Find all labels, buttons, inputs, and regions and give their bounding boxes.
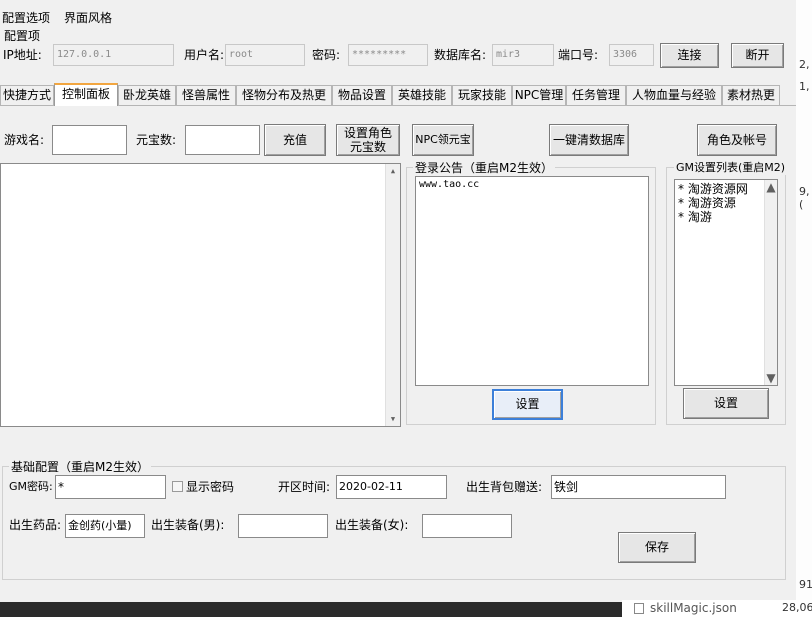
main-window: 配置选项 界面风格 配置项 IP地址: 127.0.0.1 用户名: root … [0,0,796,602]
gm-list-item[interactable]: * 淘游资源网 [678,182,774,196]
scroll-up-icon[interactable]: ▲ [386,164,400,178]
db-name-field[interactable]: mir3 [492,44,554,66]
tab-character-hp-exp[interactable]: 人物血量与经验 [626,85,722,105]
yuanbao-input[interactable] [185,125,260,155]
username-label: 用户名: [184,48,225,62]
birth-equip-female-input[interactable] [422,514,512,538]
tab-player-skills[interactable]: 玩家技能 [452,85,512,105]
gm-list-item[interactable]: * 淘游 [678,210,774,224]
disconnect-button[interactable]: 断开 [731,43,784,68]
background-text-fragment: 2, [799,58,810,71]
menu-config-options[interactable]: 配置选项 [2,9,50,26]
username-field[interactable]: root [225,44,305,66]
port-field[interactable]: 3306 [609,44,654,66]
login-notice-textarea[interactable]: www.tao.cc [415,176,649,386]
birth-potion-label: 出生药品: [9,518,62,532]
file-name-label: skillMagic.json [650,601,737,615]
password-field[interactable]: ********* [348,44,428,66]
role-account-button[interactable]: 角色及帐号 [697,124,777,156]
connect-button[interactable]: 连接 [660,43,719,68]
tab-control-panel[interactable]: 控制面板 [54,83,118,106]
gm-list-scrollbar[interactable]: ▲ ▼ [764,180,777,385]
log-output-area[interactable]: ▲ ▼ [0,163,401,427]
open-time-label: 开区时间: [278,480,331,494]
save-button[interactable]: 保存 [618,532,696,563]
tab-hero-skills[interactable]: 英雄技能 [392,85,452,105]
npc-yuanbao-button[interactable]: NPC领元宝 [412,124,474,156]
tab-monster-distribution[interactable]: 怪物分布及热更 [236,85,332,105]
birth-equip-male-label: 出生装备(男): [151,518,225,532]
gm-list-item[interactable]: * 淘游资源 [678,196,774,210]
background-text-fragment: 9,( [799,185,810,211]
scroll-up-icon[interactable]: ▲ [765,180,777,194]
login-notice-title: 登录公告（重启M2生效） [413,159,555,176]
basic-config-title: 基础配置（重启M2生效） [9,458,151,475]
recharge-button[interactable]: 充值 [264,124,326,156]
tab-asset-hotupdate[interactable]: 素材热更 [722,85,780,105]
yuanbao-label: 元宝数: [136,133,177,147]
clear-database-button[interactable]: 一键清数据库 [549,124,629,156]
background-file-row[interactable]: skillMagic.json 28,06 [622,600,812,617]
gm-password-input[interactable]: * [55,475,166,499]
ip-field[interactable]: 127.0.0.1 [53,44,174,66]
scroll-down-icon[interactable]: ▼ [765,371,777,385]
ip-label: IP地址: [3,48,42,62]
gm-list-box[interactable]: * 淘游资源网 * 淘游资源 * 淘游 ▲ ▼ [674,179,778,386]
menu-ui-style[interactable]: 界面风格 [64,9,112,26]
birth-bag-gift-input[interactable]: 铁剑 [551,475,726,499]
file-size-label: 28,06 [782,601,812,614]
file-icon [634,603,644,614]
birth-equip-male-input[interactable] [238,514,328,538]
background-text-fragment: 91 [799,578,812,591]
game-name-input[interactable] [52,125,127,155]
scroll-down-icon[interactable]: ▼ [386,412,400,426]
tab-shortcuts[interactable]: 快捷方式 [0,85,54,105]
tab-quest-management[interactable]: 任务管理 [566,85,626,105]
tab-wolong-hero[interactable]: 卧龙英雄 [118,85,176,105]
show-password-checkbox[interactable] [172,481,183,492]
tab-monster-attributes[interactable]: 怪兽属性 [176,85,236,105]
control-panel: 游戏名: 元宝数: 充值 设置角色元宝数 NPC领元宝 一键清数据库 角色及帐号… [0,106,796,590]
gm-list-title: GM设置列表(重启M2) [674,159,788,175]
tab-npc-management[interactable]: NPC管理 [512,85,566,105]
birth-bag-gift-label: 出生背包赠送: [466,480,543,494]
game-name-label: 游戏名: [4,133,45,147]
background-text-fragment: 1, [799,80,810,93]
menu-bar: 配置选项 界面风格 [0,6,796,26]
config-section-title: 配置项 [4,29,41,43]
birth-potion-input[interactable]: 金创药(小量) [65,514,145,538]
db-name-label: 数据库名: [434,48,487,62]
password-label: 密码: [312,48,341,62]
show-password-label: 显示密码 [186,480,235,494]
gm-password-label: GM密码: [9,480,53,493]
birth-equip-female-label: 出生装备(女): [335,518,409,532]
port-label: 端口号: [558,48,599,62]
log-scrollbar[interactable]: ▲ ▼ [385,164,400,426]
gm-list-set-button[interactable]: 设置 [683,388,769,419]
open-time-input[interactable]: 2020-02-11 [336,475,447,499]
login-notice-set-button[interactable]: 设置 [492,389,563,420]
set-role-yuanbao-button[interactable]: 设置角色元宝数 [336,124,400,156]
tab-item-settings[interactable]: 物品设置 [332,85,392,105]
tab-strip: 快捷方式 控制面板 卧龙英雄 怪兽属性 怪物分布及热更 物品设置 英雄技能 玩家… [0,83,796,106]
